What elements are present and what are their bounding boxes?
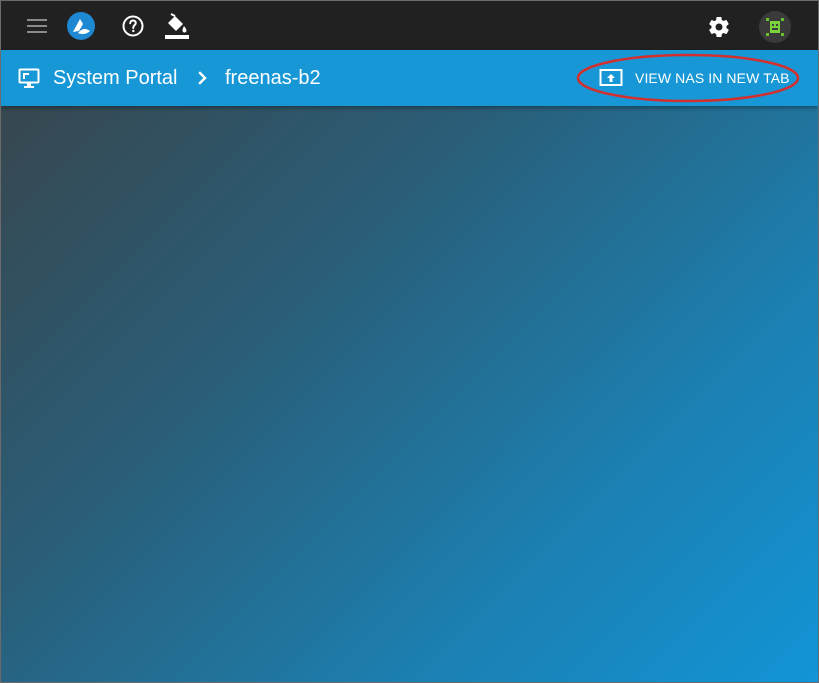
- main-content-area: [1, 106, 818, 682]
- breadcrumb-current-system: freenas-b2: [225, 67, 321, 89]
- system-portal-icon: [17, 66, 41, 90]
- browser-frame: System Portal freenas-b2 VIEW NAS IN NEW…: [0, 0, 819, 683]
- chevron-right-icon: [196, 66, 210, 90]
- view-nas-new-tab-button[interactable]: VIEW NAS IN NEW TAB: [593, 64, 790, 92]
- top-toolbar: [1, 1, 818, 50]
- breadcrumb-system-portal[interactable]: System Portal: [53, 66, 177, 90]
- help-circle-icon[interactable]: [121, 14, 145, 38]
- gear-icon[interactable]: [706, 14, 732, 40]
- page-header: System Portal freenas-b2 VIEW NAS IN NEW…: [1, 50, 818, 106]
- user-avatar-icon[interactable]: [759, 11, 791, 43]
- menu-icon[interactable]: [25, 14, 49, 38]
- open-in-new-tab-icon: [599, 68, 623, 88]
- view-nas-new-tab-label: VIEW NAS IN NEW TAB: [635, 70, 790, 86]
- paint-bucket-icon[interactable]: [164, 12, 190, 40]
- truecommand-logo-icon[interactable]: [66, 11, 96, 41]
